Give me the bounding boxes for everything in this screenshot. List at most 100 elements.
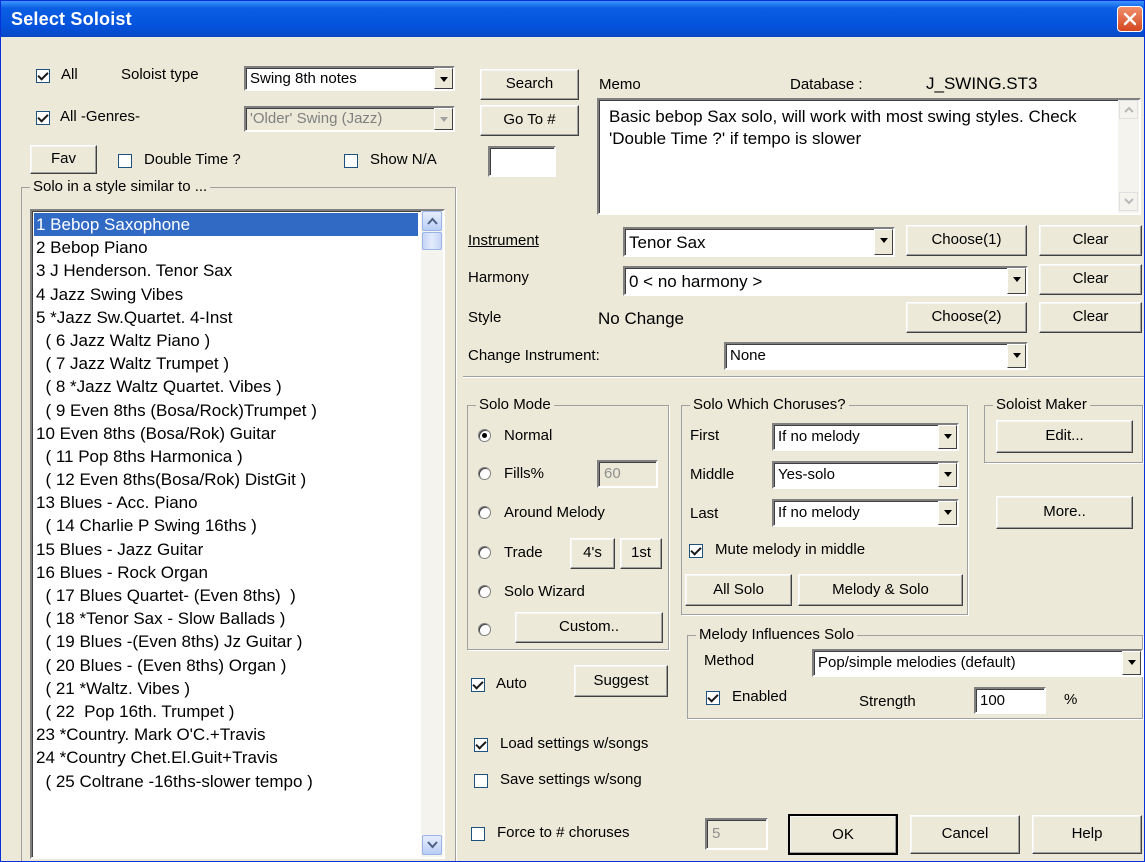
melody-and-solo-button[interactable]: Melody & Solo — [798, 574, 963, 606]
middle-label: Middle — [690, 466, 735, 483]
list-item[interactable]: ( 8 *Jazz Waltz Quartet. Vibes ) — [34, 375, 418, 398]
trade-1st-button[interactable]: 1st — [620, 538, 662, 569]
fills-radio[interactable] — [478, 467, 491, 480]
memo-scroll-down-button[interactable] — [1119, 192, 1138, 211]
list-item[interactable]: 13 Blues - Acc. Piano — [34, 491, 418, 514]
chevron-down-icon — [1124, 198, 1134, 205]
list-item[interactable]: ( 19 Blues -(Even 8ths) Jz Guitar ) — [34, 630, 418, 653]
soloist-type-label: Soloist type — [121, 66, 199, 83]
method-dropdown[interactable]: Pop/simple melodies (default) — [812, 649, 1143, 677]
melody-influence-group-label: Melody Influences Solo — [696, 626, 858, 643]
memo-scrollbar[interactable] — [1118, 100, 1139, 213]
goto-button[interactable]: Go To # — [480, 105, 579, 136]
style-choose-button[interactable]: Choose(2) — [906, 302, 1027, 333]
last-chorus-dropdown[interactable]: If no melody — [772, 499, 959, 527]
search-button[interactable]: Search — [480, 69, 579, 100]
suggest-button[interactable]: Suggest — [574, 665, 668, 697]
around-melody-label: Around Melody — [504, 504, 605, 521]
memo-textbox[interactable]: Basic bebop Sax solo, will work with mos… — [597, 98, 1141, 215]
list-item[interactable]: 1 Bebop Saxophone — [34, 213, 418, 237]
list-item[interactable]: 2 Bebop Piano — [34, 236, 418, 259]
instrument-label: Instrument — [468, 232, 539, 249]
trade-radio[interactable] — [478, 546, 491, 559]
list-item[interactable]: 5 *Jazz Sw.Quartet. 4-Inst — [34, 306, 418, 329]
first-chorus-dropdown[interactable]: If no melody — [772, 423, 959, 451]
scroll-down-button[interactable] — [422, 835, 442, 855]
soloist-maker-edit-button[interactable]: Edit... — [996, 420, 1133, 453]
chevron-down-icon — [1122, 651, 1141, 675]
list-scrollbar[interactable] — [421, 211, 443, 857]
style-label: Style — [468, 309, 502, 326]
list-item[interactable]: 23 *Country. Mark O'C.+Travis — [34, 723, 418, 746]
instrument-choose-button[interactable]: Choose(1) — [906, 225, 1027, 256]
instrument-dropdown[interactable]: Tenor Sax — [623, 227, 895, 257]
auto-checkbox[interactable] — [471, 678, 485, 692]
list-item[interactable]: 4 Jazz Swing Vibes — [34, 283, 418, 306]
list-item[interactable]: ( 7 Jazz Waltz Trumpet ) — [34, 352, 418, 375]
percent-label: % — [1064, 691, 1078, 708]
harmony-clear-button[interactable]: Clear — [1039, 264, 1142, 295]
memo-scroll-up-button[interactable] — [1119, 100, 1138, 119]
load-settings-checkbox[interactable] — [474, 738, 488, 752]
more-button[interactable]: More.. — [996, 496, 1133, 529]
normal-radio[interactable] — [478, 429, 491, 442]
strength-input[interactable]: 100 — [974, 687, 1046, 714]
list-item[interactable]: ( 11 Pop 8ths Harmonica ) — [34, 445, 418, 468]
fills-percent-input[interactable]: 60 — [597, 460, 658, 488]
list-item[interactable]: ( 25 Coltrane -16ths-slower tempo ) — [34, 770, 418, 793]
list-item[interactable]: 3 J Henderson. Tenor Sax — [34, 259, 418, 282]
change-instrument-label: Change Instrument: — [468, 347, 600, 364]
force-choruses-input[interactable]: 5 — [705, 818, 768, 850]
enabled-checkbox[interactable] — [706, 691, 720, 705]
list-item[interactable]: ( 21 *Waltz. Vibes ) — [34, 677, 418, 700]
style-clear-button[interactable]: Clear — [1039, 302, 1142, 333]
chevron-down-icon — [427, 841, 438, 849]
list-item[interactable]: ( 20 Blues - (Even 8ths) Organ ) — [34, 654, 418, 677]
custom-radio[interactable] — [478, 623, 491, 636]
auto-label: Auto — [496, 675, 527, 692]
custom-button[interactable]: Custom.. — [515, 612, 663, 643]
fav-button[interactable]: Fav — [30, 145, 97, 174]
load-settings-label: Load settings w/songs — [500, 735, 649, 752]
chevron-down-icon — [938, 501, 957, 525]
show-na-checkbox[interactable] — [344, 154, 358, 168]
around-melody-radio[interactable] — [478, 506, 491, 519]
trade-label: Trade — [504, 544, 543, 561]
cancel-button[interactable]: Cancel — [910, 815, 1020, 854]
list-item[interactable]: 24 *Country Chet.El.Guit+Travis — [34, 746, 418, 769]
soloist-type-dropdown[interactable]: Swing 8th notes — [244, 66, 455, 91]
list-item[interactable]: ( 12 Even 8ths(Bosa/Rok) DistGit ) — [34, 468, 418, 491]
list-item[interactable]: ( 22 Pop 16th. Trumpet ) — [34, 700, 418, 723]
all-checkbox[interactable] — [36, 69, 50, 83]
harmony-dropdown[interactable]: 0 < no harmony > — [623, 266, 1028, 296]
solo-style-list[interactable]: 1 Bebop Saxophone 2 Bebop Piano 3 J Hender… — [30, 209, 445, 859]
help-button[interactable]: Help — [1032, 815, 1142, 854]
double-time-checkbox[interactable] — [118, 154, 132, 168]
list-item[interactable]: ( 14 Charlie P Swing 16ths ) — [34, 514, 418, 537]
instrument-clear-button[interactable]: Clear — [1039, 225, 1142, 256]
list-item[interactable]: ( 6 Jazz Waltz Piano ) — [34, 329, 418, 352]
solo-wizard-label: Solo Wizard — [504, 583, 585, 600]
list-item[interactable]: ( 17 Blues Quartet- (Even 8ths) ) — [34, 584, 418, 607]
goto-input[interactable] — [488, 146, 556, 177]
all-solo-button[interactable]: All Solo — [685, 574, 792, 606]
solo-wizard-radio[interactable] — [478, 585, 491, 598]
window-title: Select Soloist — [11, 9, 132, 29]
list-item[interactable]: ( 9 Even 8ths (Bosa/Rock)Trumpet ) — [34, 399, 418, 422]
scroll-up-button[interactable] — [422, 211, 442, 231]
genre-dropdown[interactable]: 'Older' Swing (Jazz) — [244, 106, 455, 132]
list-item[interactable]: 10 Even 8ths (Bosa/Rok) Guitar — [34, 422, 418, 445]
all-genres-checkbox[interactable] — [36, 111, 50, 125]
list-item[interactable]: 16 Blues - Rock Organ — [34, 561, 418, 584]
mute-melody-checkbox[interactable] — [689, 544, 703, 558]
list-item[interactable]: 15 Blues - Jazz Guitar — [34, 538, 418, 561]
middle-chorus-dropdown[interactable]: Yes-solo — [772, 461, 959, 489]
change-instrument-dropdown[interactable]: None — [724, 342, 1028, 370]
trade-4s-button[interactable]: 4's — [570, 538, 615, 569]
ok-button[interactable]: OK — [788, 814, 898, 855]
close-button[interactable] — [1117, 6, 1143, 32]
save-settings-checkbox[interactable] — [474, 774, 488, 788]
scroll-thumb[interactable] — [422, 232, 442, 250]
list-item[interactable]: ( 18 *Tenor Sax - Slow Ballads ) — [34, 607, 418, 630]
force-choruses-checkbox[interactable] — [471, 827, 485, 841]
